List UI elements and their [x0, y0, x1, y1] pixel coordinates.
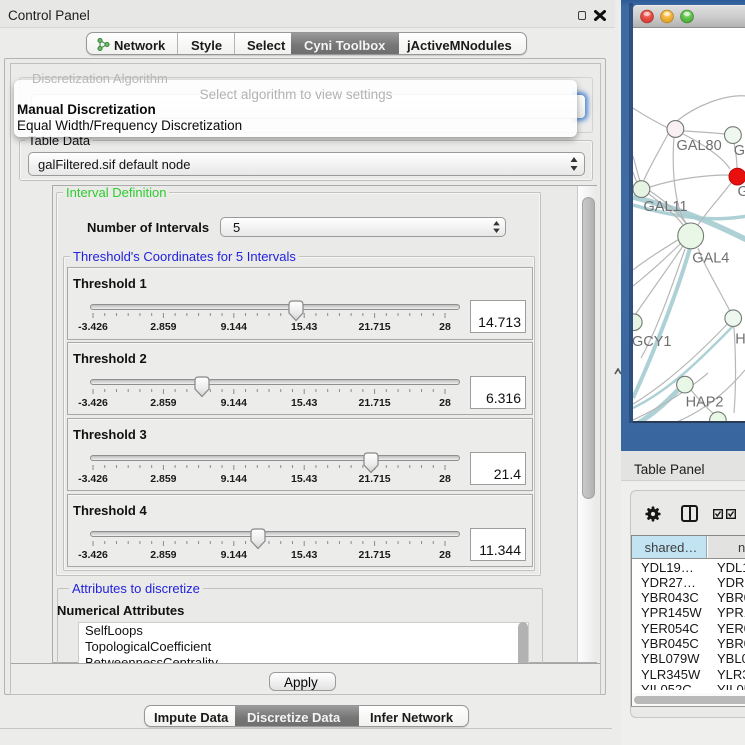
svg-text:GCY1: GCY1 [633, 334, 672, 350]
svg-text:HAP2: HAP2 [686, 395, 724, 411]
svg-text:G: G [738, 184, 745, 200]
svg-text:GAL80: GAL80 [677, 138, 722, 154]
svg-text:GA: GA [734, 143, 745, 159]
svg-text:GAL4: GAL4 [692, 251, 729, 267]
svg-text:H: H [735, 332, 745, 348]
svg-text:GAL11: GAL11 [644, 199, 688, 215]
